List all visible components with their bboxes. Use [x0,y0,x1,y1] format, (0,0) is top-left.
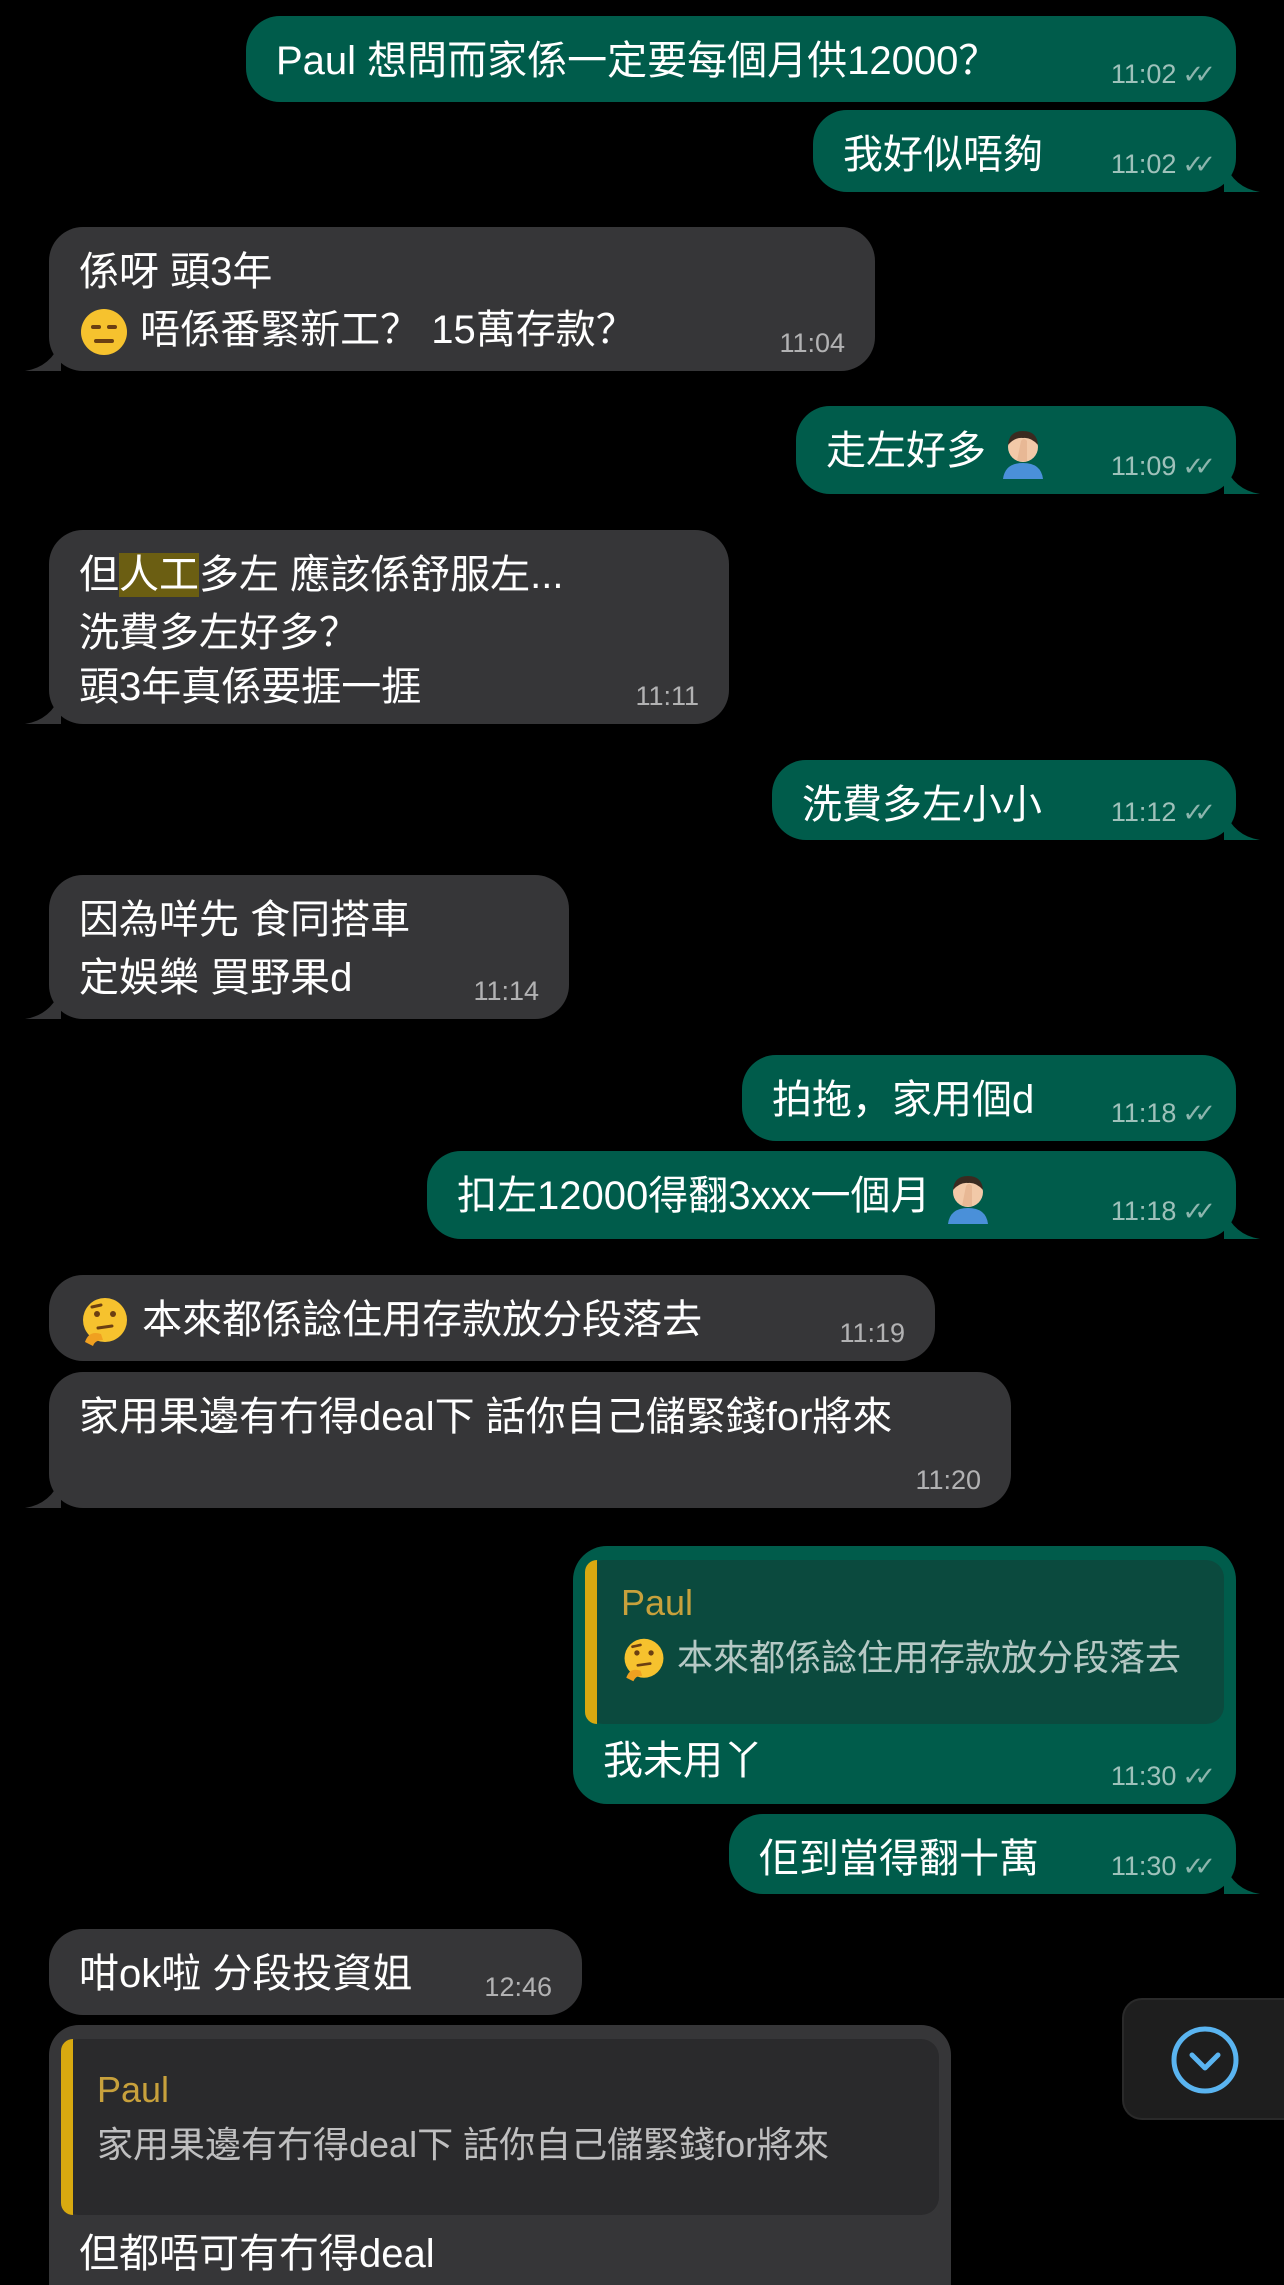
message-text: 因為咩先 食同搭車 [79,898,411,942]
bubble-tail [25,694,61,724]
message-time: 11:09 [1110,451,1177,481]
outgoing-message[interactable]: 佢到當得翻十萬 11:30 ✓✓ [729,1814,1260,1894]
message-time: 11:04 [779,328,845,358]
message-time: 11:19 [839,1318,905,1348]
search-highlight: 人工 [119,553,199,597]
bubble-tail [1224,1209,1260,1239]
bubble-tail [1224,1864,1260,1894]
thinking-face-emoji [83,1298,127,1347]
bubble-tail [1224,810,1260,840]
message-text-line: 唔係番緊新工？ 15萬存款？ [79,301,845,359]
outgoing-message[interactable]: 洗費多左小小 11:12 ✓✓ [772,760,1260,840]
message-time: 11:14 [473,976,539,1006]
message-time: 11:18 [1110,1196,1177,1226]
message-text-line: 但人工多左 應該係舒服左... [79,546,699,604]
message-text: 但 [79,553,119,597]
message-meta: 11:09 ✓✓ [1110,450,1216,482]
double-check-icon: ✓✓ [1182,451,1215,481]
double-check-icon: ✓✓ [1182,149,1215,179]
quote-author: Paul [97,2069,170,2110]
man-facepalming-emoji [1003,431,1044,480]
outgoing-message[interactable]: Paul 想問而家係一定要每個月供12000？ 11:02 ✓✓ [246,16,1236,102]
quote-author: Paul [621,1582,694,1623]
message-text: 扣左12000得翻3xxx一個月 [457,1174,931,1218]
double-check-icon: ✓✓ [1182,1851,1215,1881]
message-text: 多左 應該係舒服左... [199,553,564,597]
message-text: 頭3年真係要捱一捱 [79,665,422,709]
quote-accent-bar [585,1560,597,1724]
message-text: 定娛樂 買野果d [79,956,353,1000]
bubble-tail [25,341,61,371]
outgoing-message[interactable]: 拍拖，家用個d 11:18 ✓✓ [742,1055,1236,1141]
quote-text: 家用果邊有冇得deal下 話你自己儲緊錢for將來 [97,2124,830,2165]
man-facepalming-emoji [947,1176,988,1225]
message-text: 係呀 頭3年 [79,250,273,294]
message-meta: 11:30 ✓✓ [1110,1850,1216,1882]
bubble-tail [25,1478,61,1508]
message-text: 走左好多 [826,429,986,473]
chevron-down-icon [1171,2026,1239,2094]
message-meta: 11:18 ✓✓ [1110,1097,1216,1129]
message-text: 但都唔可有冇得deal [79,2232,435,2276]
quote-accent-bar [61,2039,73,2215]
message-time: 11:20 [915,1465,981,1495]
message-time: 11:02 [1110,149,1177,179]
outgoing-message[interactable]: 走左好多 11:09 ✓✓ [796,406,1260,494]
message-text-line: 扣左12000得翻3xxx一個月 [457,1167,1206,1225]
message-time: 11:30 [1110,1761,1177,1791]
outgoing-message[interactable]: 我好似唔夠 11:02 ✓✓ [813,110,1260,192]
message-time: 11:30 [1110,1851,1177,1881]
message-meta: 11:02 ✓✓ [1110,148,1216,180]
quote-text: 本來都係諗住用存款放分段落去 [677,1637,1182,1678]
incoming-message[interactable]: 但人工多左 應該係舒服左... 洗費多左好多？ 頭3年真係要捱一捱 11:11 [25,530,729,724]
message-time: 11:11 [635,681,699,711]
quote-text-line: 本來都係諗住用存款放分段落去 [621,1628,1196,1688]
message-text: 咁ok啦 分段投資姐 [79,1952,413,1996]
message-meta: 11:18 ✓✓ [1110,1195,1216,1227]
bubble-tail [1224,464,1260,494]
double-check-icon: ✓✓ [1182,1098,1215,1128]
outgoing-reply-message[interactable]: Paul 本來都係諗住用存款放分段落去 我未用丫 11:30 ✓✓ [573,1546,1236,1804]
bubble-tail [25,989,61,1019]
message-time: 11:02 [1110,59,1177,89]
double-check-icon: ✓✓ [1182,1196,1215,1226]
message-text: 我未用丫 [603,1739,763,1783]
quoted-message[interactable]: Paul 本來都係諗住用存款放分段落去 [585,1560,1224,1724]
bubble-tail [1224,162,1260,192]
message-time: 11:12 [1110,797,1177,827]
incoming-message[interactable]: 因為咩先 食同搭車 定娛樂 買野果d 11:14 [25,875,569,1019]
message-meta: 11:30 ✓✓ [1110,1760,1216,1792]
message-text: 家用果邊有冇得deal下 話你自己儲緊錢for將來 [79,1395,893,1439]
message-meta: 11:12 ✓✓ [1110,796,1216,828]
thinking-face-emoji [624,1639,664,1682]
message-time: 12:46 [484,1972,552,2002]
double-check-icon: ✓✓ [1182,797,1215,827]
quoted-message[interactable]: Paul 家用果邊有冇得deal下 話你自己儲緊錢for將來 [61,2039,939,2215]
message-text: 本來都係諗住用存款放分段落去 [142,1298,703,1342]
incoming-message[interactable]: 本來都係諗住用存款放分段落去 11:19 [49,1275,935,1361]
message-text: Paul 想問而家係一定要每個月供12000？ [276,39,999,83]
message-text-line: 本來都係諗住用存款放分段落去 [79,1291,905,1349]
incoming-message[interactable]: 咁ok啦 分段投資姐 12:46 [49,1929,582,2015]
expressionless-face-emoji [81,309,127,356]
message-meta: 11:02 ✓✓ [1110,58,1216,90]
incoming-message[interactable]: 家用果邊有冇得deal下 話你自己儲緊錢for將來 11:20 [25,1372,1011,1508]
message-time: 11:18 [1110,1098,1177,1128]
incoming-reply-message[interactable]: Paul 家用果邊有冇得deal下 話你自己儲緊錢for將來 但都唔可有冇得de… [49,2025,951,2285]
double-check-icon: ✓✓ [1182,59,1215,89]
incoming-message[interactable]: 係呀 頭3年 唔係番緊新工？ 15萬存款？ 11:04 [25,227,875,371]
message-text: 洗費多左好多？ [79,611,359,655]
scroll-to-bottom-button[interactable] [1122,1998,1284,2120]
double-check-icon: ✓✓ [1182,1761,1215,1791]
message-text: 唔係番緊新工？ 15萬存款？ [140,308,636,352]
outgoing-message[interactable]: 扣左12000得翻3xxx一個月 11:18 ✓✓ [427,1151,1260,1239]
